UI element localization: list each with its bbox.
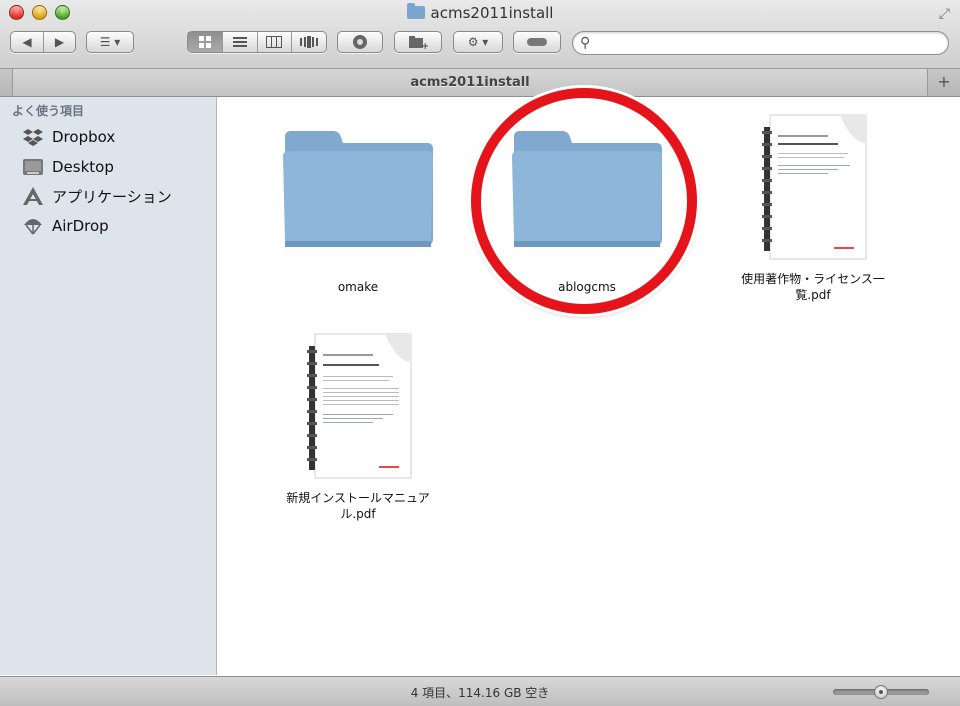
- window-title-text: acms2011install: [430, 4, 554, 22]
- file-item-omake[interactable]: omake: [273, 129, 443, 295]
- gear-icon: ⚙ ▾: [467, 35, 489, 49]
- back-button[interactable]: ◀: [11, 32, 44, 52]
- column-view-button[interactable]: [258, 32, 292, 52]
- folder-icon: [406, 3, 425, 19]
- list-arrange-icon: ☰ ▾: [99, 35, 121, 49]
- grid-icon: [199, 36, 212, 48]
- applications-icon: [22, 185, 44, 207]
- sidebar-item-applications[interactable]: アプリケーション: [22, 183, 172, 209]
- search-icon: ⚲: [580, 35, 591, 51]
- pdf-document-icon: [307, 333, 412, 479]
- file-item-install-manual-pdf[interactable]: 新規インストールマニュア ル.pdf: [273, 332, 443, 522]
- arrange-button[interactable]: ☰ ▾: [86, 31, 134, 53]
- sidebar-item-label: AirDrop: [52, 217, 109, 235]
- view-mode-control: [187, 31, 327, 53]
- file-item-license-pdf[interactable]: 使用著作物・ライセンス一 覧.pdf: [728, 113, 898, 303]
- file-name-line: 新規インストールマニュア: [286, 491, 430, 505]
- tab-bar: acms2011install +: [0, 69, 960, 97]
- sidebar-item-label: Dropbox: [52, 128, 116, 146]
- eye-icon: [353, 35, 367, 49]
- new-tab-button[interactable]: +: [934, 72, 954, 92]
- toggle-toolbar-button[interactable]: [513, 31, 561, 53]
- file-name: 新規インストールマニュア ル.pdf: [273, 490, 443, 522]
- window-title: acms2011install: [0, 3, 960, 22]
- file-name: 使用著作物・ライセンス一 覧.pdf: [728, 271, 898, 303]
- search-input[interactable]: [597, 34, 941, 54]
- file-name-line: ル.pdf: [340, 507, 376, 521]
- coverflow-icon: [299, 36, 318, 48]
- list-icon: [232, 37, 247, 47]
- action-menu-button[interactable]: ⚙ ▾: [453, 31, 503, 53]
- sidebar-heading: よく使う項目: [12, 104, 85, 118]
- search-field[interactable]: ⚲: [572, 31, 949, 55]
- sidebar-item-dropbox[interactable]: Dropbox: [22, 124, 115, 150]
- file-name-line: 覧.pdf: [795, 288, 831, 302]
- icon-view-button[interactable]: [188, 32, 224, 52]
- sidebar-item-label: Desktop: [52, 158, 114, 176]
- airdrop-icon: [22, 215, 44, 237]
- desktop-icon: [22, 156, 44, 178]
- quicklook-button[interactable]: [337, 31, 383, 53]
- file-name: omake: [337, 280, 379, 294]
- dropbox-icon: [22, 126, 44, 148]
- tab-acms2011install[interactable]: acms2011install: [12, 69, 928, 96]
- sidebar-item-desktop[interactable]: Desktop: [22, 154, 114, 180]
- fullscreen-icon[interactable]: ⤢: [939, 6, 950, 22]
- folder-icon: [283, 131, 433, 247]
- slider-thumb[interactable]: [874, 685, 888, 699]
- tab-label: acms2011install: [410, 75, 530, 90]
- new-folder-icon: +: [409, 36, 428, 49]
- sidebar-item-airdrop[interactable]: AirDrop: [22, 213, 109, 239]
- back-forward-control: ◀ ▶: [10, 31, 76, 53]
- forward-button[interactable]: ▶: [44, 32, 75, 52]
- finder-window: acms2011install ⤢ ◀ ▶ ☰ ▾ + ⚙ ▾ ⚲ acms20…: [0, 0, 960, 706]
- pdf-document-icon: [762, 114, 867, 260]
- list-view-button[interactable]: [223, 32, 258, 52]
- toolbar: acms2011install ⤢ ◀ ▶ ☰ ▾ + ⚙ ▾ ⚲: [0, 0, 960, 69]
- svg-text:+: +: [421, 41, 428, 49]
- file-name-line: 使用著作物・ライセンス一: [741, 272, 885, 286]
- coverflow-view-button[interactable]: [292, 32, 326, 52]
- highlight-circle: [471, 88, 697, 314]
- sidebar-item-label: アプリケーション: [52, 187, 172, 206]
- columns-icon: [266, 36, 283, 48]
- sidebar: よく使う項目 Dropbox Desktop アプリケーション AirDrop: [0, 97, 217, 675]
- new-folder-button[interactable]: +: [394, 31, 442, 53]
- status-bar: 4 項目、114.16 GB 空き: [0, 676, 960, 706]
- pill-icon: [527, 38, 547, 46]
- status-text: 4 項目、114.16 GB 空き: [410, 686, 550, 700]
